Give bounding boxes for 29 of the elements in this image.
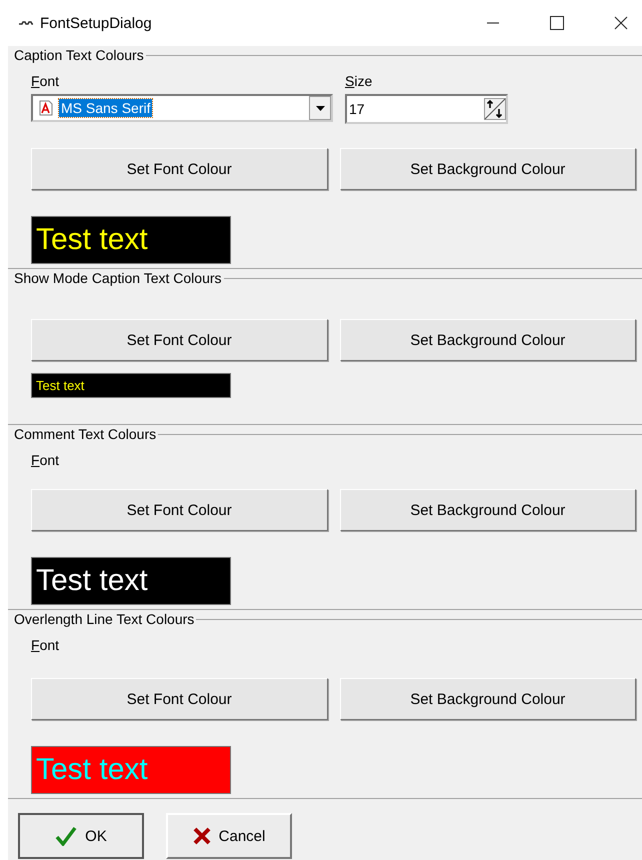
preview-text: Test text [36,378,84,393]
font-label: Font [31,72,60,90]
dropdown-arrow-icon[interactable] [316,106,324,110]
checkmark-icon [55,826,78,846]
preview-text: Test text [36,223,148,257]
close-icon[interactable] [614,16,628,30]
preview-text: Test text [36,753,148,787]
spinner-icon[interactable] [484,98,506,120]
preview-text: Test text [36,564,148,598]
cross-icon [192,827,211,845]
colour-button[interactable]: Set Font Colour [31,489,328,531]
colour-button[interactable]: Set Background Colour [340,489,636,531]
colour-button[interactable]: Set Background Colour [340,319,636,361]
font-icon [39,100,53,116]
size-field[interactable]: 17 [345,94,508,124]
font-dropdown[interactable]: MS Sans Serif [31,94,333,122]
window-title: FontSetupDialog [40,14,152,32]
cancel-button[interactable]: Cancel [166,813,292,859]
maximize-icon[interactable] [550,16,564,30]
colour-button[interactable]: Set Font Colour [31,148,328,190]
colour-button[interactable]: Set Font Colour [31,319,328,361]
colour-button[interactable]: Set Background Colour [340,678,636,720]
ok-button[interactable]: OK [18,813,144,859]
colour-button[interactable]: Set Font Colour [31,678,328,720]
font-label: Font [31,451,60,469]
app-icon [18,19,34,27]
colour-button[interactable]: Set Background Colour [340,148,636,190]
size-label: Size [345,72,374,90]
font-label: Font [31,636,60,654]
